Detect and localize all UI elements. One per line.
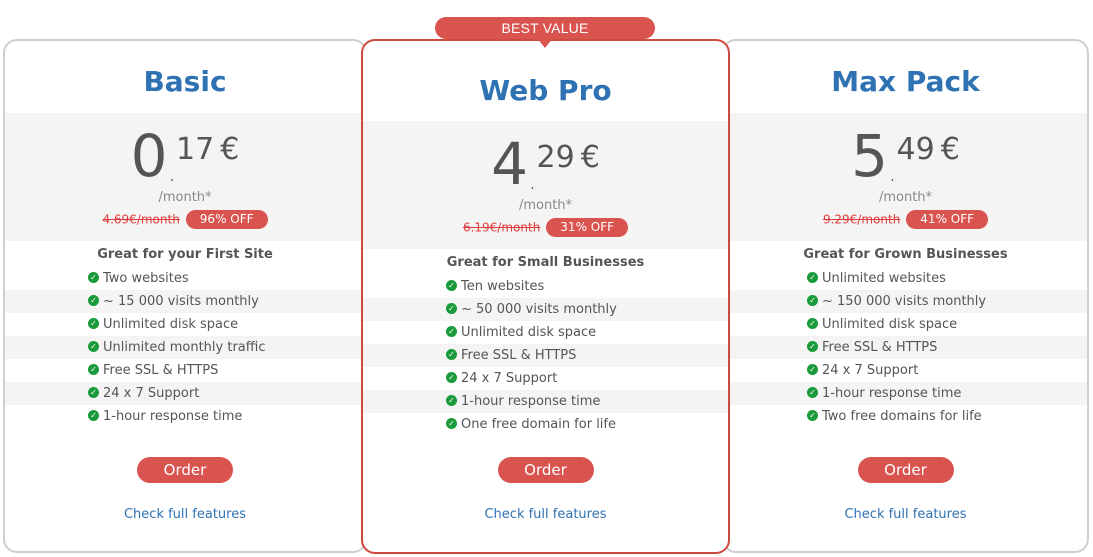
check-icon: ✓ [807,387,818,398]
plan-title: Max Pack [831,65,980,98]
price-integer: 4 [491,130,529,198]
feature-item: ✓ ~ 15 000 visits monthly [5,290,365,313]
feature-list: ✓ Two websites ✓ ~ 15 000 visits monthly ✓… [5,267,365,428]
feature-item: ✓ ~ 50 000 visits monthly [363,298,728,321]
check-icon: ✓ [446,395,457,406]
price-decimal: 49 [896,132,935,167]
plan-tagline: Great for Small Businesses [446,255,645,270]
order-button[interactable]: Order [137,457,233,483]
per-month-label: /month* [518,198,573,213]
feature-item: ✓ Unlimited monthly traffic [5,336,365,359]
check-icon: ✓ [88,272,99,283]
feature-item: ✓ Ten websites [363,275,728,298]
check-icon: ✓ [88,410,99,421]
check-icon: ✓ [446,280,457,291]
feature-item: ✓ Unlimited websites [724,267,1087,290]
discount-row: 9.29€/month 41% OFF [724,209,1087,229]
price-currency: € [580,140,600,175]
feature-item: ✓ One free domain for life [363,413,728,436]
feature-item: ✓ Free SSL & HTTPS [363,344,728,367]
check-icon: ✓ [807,341,818,352]
feature-item: ✓ 1-hour response time [363,390,728,413]
plan-card-basic: Basic 0.17 € /month* 4.69€/month 96% OFF G… [3,39,367,553]
check-icon: ✓ [88,341,99,352]
check-full-features-link[interactable]: Check full features [724,507,1087,522]
feature-item: ✓ 24 x 7 Support [5,382,365,405]
feature-item: ✓ ~ 150 000 visits monthly [724,290,1087,313]
feature-item: ✓ 1-hour response time [5,405,365,428]
price-currency: € [940,132,960,167]
feature-item: ✓ 24 x 7 Support [363,367,728,390]
check-icon: ✓ [88,318,99,329]
feature-list: ✓ Ten websites ✓ ~ 50 000 visits monthly ✓… [363,275,728,436]
plan-title: Basic [143,65,227,98]
best-value-badge: BEST VALUE [435,17,655,39]
order-button[interactable]: Order [497,457,594,483]
plan-tagline: Great for Grown Businesses [803,247,1008,262]
price-integer: 5 [851,122,889,190]
plan-card-web-pro: Web Pro 4.29 € /month* 6.19€/month 31% OFF… [361,39,730,554]
feature-item: ✓ Unlimited disk space [363,321,728,344]
per-month-label: /month* [158,190,212,205]
feature-item: ✓ Free SSL & HTTPS [724,336,1087,359]
badge-pointer [537,38,553,48]
price-decimal: 29 [536,140,575,175]
check-icon: ✓ [446,372,457,383]
plan-title: Web Pro [479,74,612,107]
check-icon: ✓ [807,295,818,306]
feature-item: ✓ Unlimited disk space [5,313,365,336]
discount-row: 6.19€/month 31% OFF [363,217,728,237]
check-icon: ✓ [807,364,818,375]
plan-tagline: Great for your First Site [97,247,273,262]
feature-item: ✓ Two websites [5,267,365,290]
check-icon: ✓ [88,387,99,398]
check-icon: ✓ [446,303,457,314]
price-integer: 0 [130,122,168,190]
check-icon: ✓ [446,349,457,360]
per-month-label: /month* [878,190,933,205]
check-full-features-link[interactable]: Check full features [5,507,365,522]
check-icon: ✓ [807,272,818,283]
check-icon: ✓ [807,318,818,329]
plan-card-max-pack: Max Pack 5.49 € /month* 9.29€/month 41% OF… [722,39,1089,553]
discount-badge: 96% OFF [185,210,268,229]
price-decimal: 17 [176,132,215,167]
check-icon: ✓ [88,364,99,375]
plan-price: 4.29 € [491,130,600,198]
discount-row: 4.69€/month 96% OFF [5,209,365,229]
check-icon: ✓ [88,295,99,306]
feature-list: ✓ Unlimited websites ✓ ~ 150 000 visits mo… [724,267,1087,428]
check-full-features-link[interactable]: Check full features [363,507,728,522]
check-icon: ✓ [446,326,457,337]
feature-item: ✓ 1-hour response time [724,382,1087,405]
discount-badge: 41% OFF [906,210,989,229]
discount-badge: 31% OFF [546,218,629,237]
order-button[interactable]: Order [857,457,954,483]
old-price: 6.19€/month [462,220,541,235]
plan-price: 0.17 € [130,122,240,190]
old-price: 4.69€/month [102,212,180,227]
feature-item: ✓ 24 x 7 Support [724,359,1087,382]
check-icon: ✓ [807,410,818,421]
plan-price: 5.49 € [851,122,960,190]
price-currency: € [220,132,240,167]
feature-item: ✓ Free SSL & HTTPS [5,359,365,382]
feature-item: ✓ Unlimited disk space [724,313,1087,336]
old-price: 9.29€/month [822,212,901,227]
check-icon: ✓ [446,418,457,429]
feature-item: ✓ Two free domains for life [724,405,1087,428]
